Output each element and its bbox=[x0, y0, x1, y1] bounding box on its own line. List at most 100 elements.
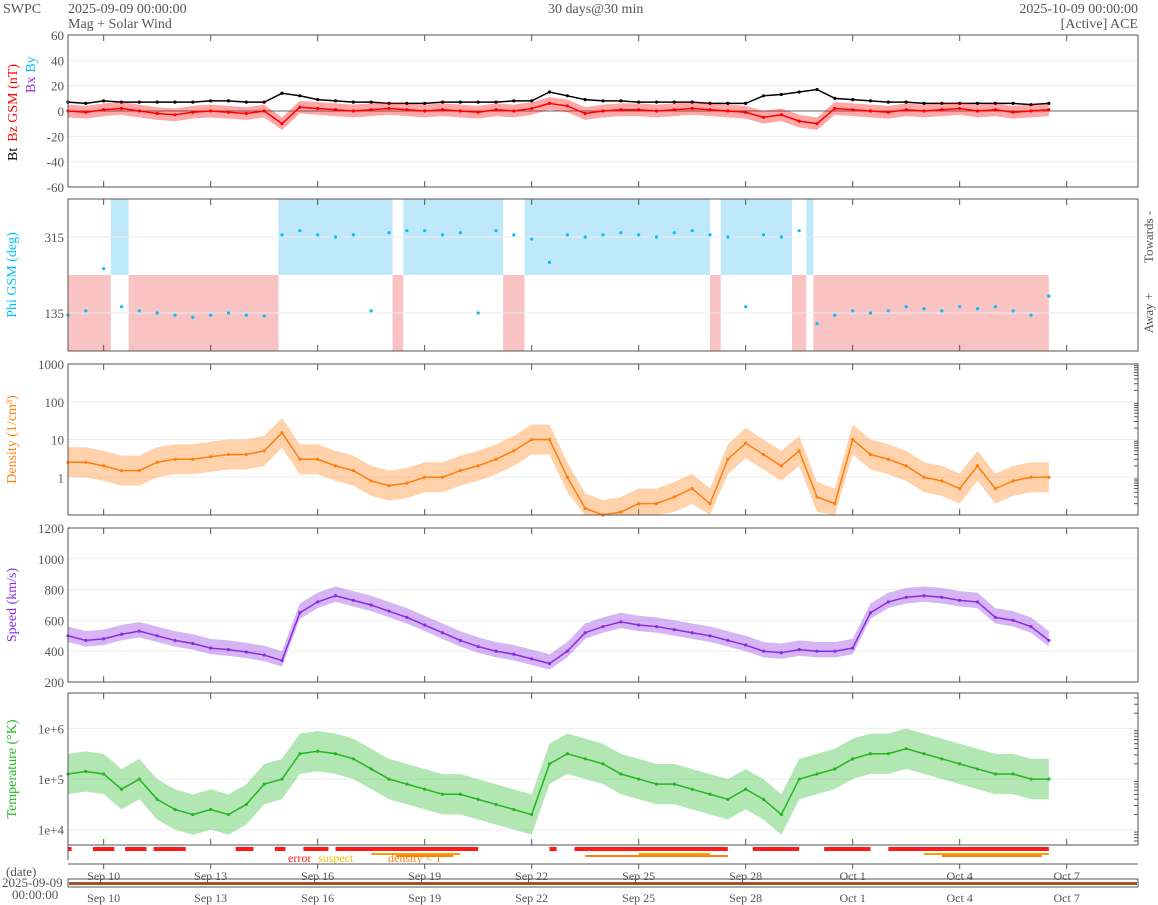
data-point-phi bbox=[209, 313, 213, 317]
data-point-density bbox=[637, 502, 641, 506]
data-point-temperature_log10 bbox=[690, 787, 694, 791]
data-point-phi bbox=[958, 305, 962, 309]
data-point-phi bbox=[868, 311, 873, 315]
data-point-temperature_log10 bbox=[958, 762, 962, 766]
data-point-speed bbox=[672, 628, 676, 632]
data-point-temperature_log10 bbox=[155, 797, 159, 801]
data-point-phi bbox=[119, 305, 124, 309]
data-point-phi bbox=[84, 309, 88, 313]
y-tick-label: 135 bbox=[45, 306, 65, 321]
timeline-tick-label: Sep 25 bbox=[622, 891, 655, 905]
data-point-speed bbox=[369, 603, 373, 607]
data-point-bz bbox=[672, 108, 676, 112]
data-point-density bbox=[654, 502, 659, 506]
y-tick-label: 1e+6 bbox=[38, 721, 65, 736]
data-point-speed bbox=[601, 624, 605, 629]
data-point-bz bbox=[494, 108, 498, 112]
data-point-bz bbox=[886, 110, 890, 114]
data-point-phi bbox=[530, 237, 534, 241]
timeline-tick-label: Oct 4 bbox=[947, 891, 973, 905]
data-point-temperature_log10 bbox=[102, 772, 106, 776]
data-point-bt bbox=[209, 99, 213, 103]
data-point-bz bbox=[387, 106, 391, 111]
data-point-bz bbox=[476, 110, 480, 114]
data-point-bt bbox=[601, 99, 605, 103]
data-point-speed bbox=[440, 631, 445, 635]
data-point-bz bbox=[333, 108, 338, 112]
y-tick-label: 20 bbox=[51, 79, 64, 94]
data-point-temperature_log10 bbox=[209, 807, 213, 812]
data-point-bz bbox=[851, 108, 855, 112]
data-point-phi bbox=[316, 233, 320, 237]
data-point-temperature_log10 bbox=[1047, 777, 1051, 781]
flag-density_lt_1 bbox=[941, 855, 1042, 857]
data-point-temperature_log10 bbox=[262, 782, 266, 786]
x-tick-label: Oct 1 bbox=[840, 869, 866, 883]
data-point-bz bbox=[779, 113, 783, 117]
data-point-density bbox=[351, 469, 355, 473]
data-point-phi bbox=[262, 314, 266, 318]
data-point-density bbox=[226, 452, 231, 457]
data-point-bz bbox=[351, 109, 355, 113]
x-tick-label: Oct 7 bbox=[1054, 869, 1080, 883]
data-point-speed bbox=[351, 598, 355, 602]
data-point-phi bbox=[744, 305, 748, 309]
data-point-bt bbox=[922, 101, 926, 105]
panel-phi: Phi GSM (deg) Towards - Away + bbox=[5, 198, 1156, 352]
data-point-bt bbox=[565, 94, 569, 98]
data-point-temperature_log10 bbox=[761, 797, 766, 801]
data-point-bz bbox=[209, 109, 213, 113]
data-point-temperature_log10 bbox=[637, 777, 641, 781]
data-point-speed bbox=[779, 651, 783, 655]
y-axis-label: Speed (km/s) bbox=[5, 568, 20, 643]
timeline-tick-label: Sep 10 bbox=[87, 891, 120, 905]
data-point-speed bbox=[761, 649, 766, 653]
data-point-density bbox=[458, 469, 462, 473]
data-point-bz bbox=[458, 109, 462, 113]
data-point-bt bbox=[351, 100, 355, 104]
timeline-tick-label: Oct 7 bbox=[1054, 891, 1080, 905]
data-point-bt bbox=[173, 100, 177, 104]
flag-error bbox=[125, 847, 147, 851]
data-point-density bbox=[886, 457, 890, 461]
data-point-speed bbox=[137, 629, 141, 633]
data-point-speed bbox=[298, 611, 302, 615]
data-point-temperature_log10 bbox=[244, 802, 248, 807]
data-point-temperature_log10 bbox=[84, 769, 88, 774]
data-point-speed bbox=[547, 661, 552, 666]
data-point-bz bbox=[440, 108, 445, 112]
y-tick-label: 1200 bbox=[38, 521, 64, 536]
y-axis-label: Bt Bz GSM (nT) bbox=[6, 64, 21, 161]
data-point-bz bbox=[619, 108, 623, 112]
data-point-phi bbox=[102, 267, 106, 271]
data-point-temperature_log10 bbox=[654, 782, 659, 786]
y-tick-label: 1e+5 bbox=[38, 772, 64, 787]
data-point-density bbox=[993, 487, 997, 491]
data-point-bz bbox=[993, 108, 997, 112]
data-point-speed bbox=[280, 658, 284, 663]
data-point-temperature_log10 bbox=[993, 772, 997, 776]
timeline-tick-label: Sep 19 bbox=[408, 891, 441, 905]
data-point-density bbox=[690, 487, 694, 491]
flag-error bbox=[549, 847, 557, 851]
towards-label: Towards - bbox=[1141, 211, 1156, 263]
data-point-phi bbox=[565, 233, 569, 237]
y-tick-label: 800 bbox=[45, 583, 65, 598]
data-point-temperature_log10 bbox=[191, 812, 195, 817]
data-point-phi bbox=[494, 229, 498, 233]
data-point-density bbox=[440, 475, 445, 479]
data-point-phi bbox=[440, 233, 445, 237]
data-point-bz bbox=[547, 101, 552, 105]
data-point-phi bbox=[298, 229, 302, 233]
timeline-tick-label: Oct 1 bbox=[840, 891, 866, 905]
data-point-speed bbox=[922, 594, 926, 598]
data-point-phi bbox=[601, 233, 605, 237]
data-point-density bbox=[904, 464, 908, 468]
data-point-phi bbox=[975, 307, 980, 311]
y-label-bt: Bt bbox=[6, 148, 21, 161]
data-point-temperature_log10 bbox=[119, 787, 124, 791]
data-point-bz bbox=[815, 122, 819, 126]
data-point-density bbox=[423, 475, 427, 479]
data-point-bz bbox=[280, 122, 284, 126]
data-point-phi bbox=[191, 315, 195, 319]
